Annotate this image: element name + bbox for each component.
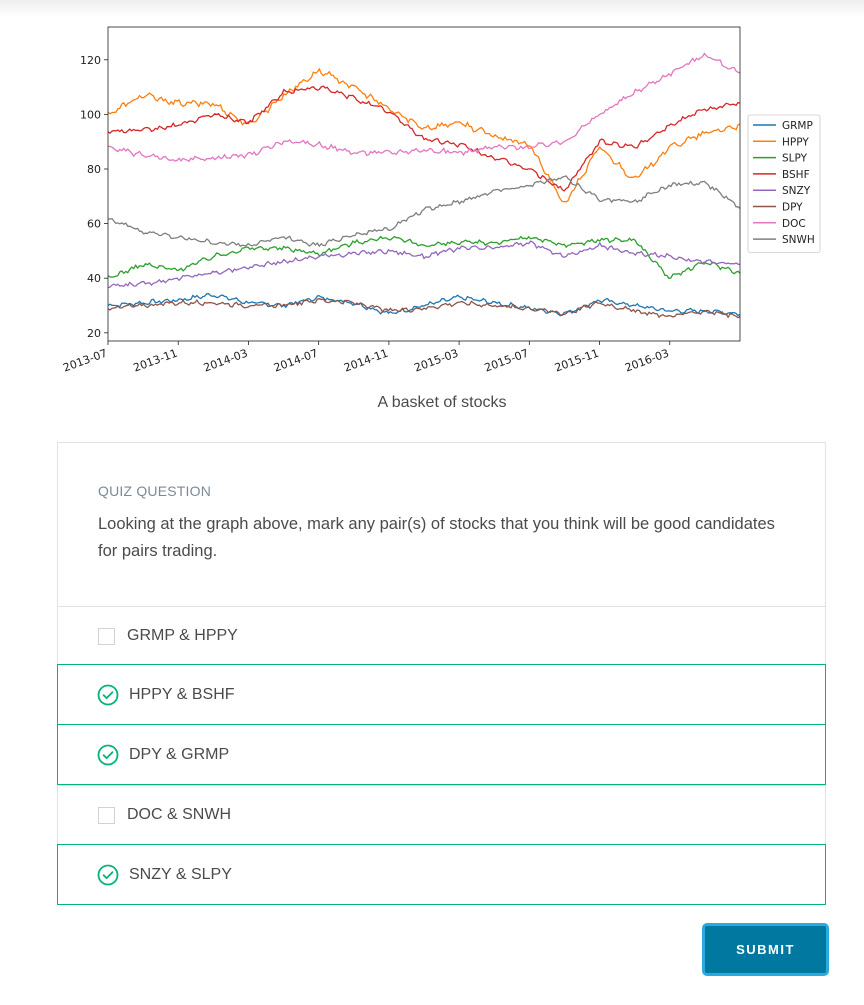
- y-tick-label: 120: [80, 54, 101, 67]
- series-line-snzy: [107, 240, 741, 289]
- check-circle-icon: [97, 864, 119, 885]
- quiz-option[interactable]: HPPY & BSHF: [57, 664, 826, 725]
- x-tick-label: 2016-03: [623, 347, 671, 375]
- y-tick-label: 40: [87, 272, 101, 285]
- quiz-header: QUIZ QUESTION Looking at the graph above…: [98, 483, 785, 565]
- quiz-label: QUIZ QUESTION: [98, 483, 212, 499]
- quiz-option[interactable]: DPY & GRMP: [57, 724, 826, 785]
- x-tick-label: 2013-11: [132, 347, 180, 375]
- series-line-snwh: [107, 175, 741, 248]
- series-line-bshf: [107, 85, 741, 192]
- top-shadow: [0, 0, 864, 18]
- quiz-option-label: DOC & SNWH: [127, 806, 231, 823]
- legend-label-slpy: SLPY: [782, 153, 808, 165]
- quiz-option[interactable]: SNZY & SLPY: [57, 844, 826, 905]
- check-circle-icon: [97, 684, 119, 705]
- quiz-option-label: HPPY & BSHF: [129, 685, 235, 703]
- plot-frame: [107, 26, 741, 342]
- legend-label-snwh: SNWH: [782, 234, 815, 246]
- x-tick-label: 2015-03: [412, 347, 460, 375]
- x-tick-label: 2014-03: [202, 347, 250, 375]
- x-tick-label: 2013-07: [61, 347, 109, 375]
- x-tick-label: 2015-11: [553, 347, 601, 375]
- series-line-hppy: [107, 67, 741, 203]
- legend-label-snzy: SNZY: [782, 185, 811, 197]
- submit-button[interactable]: SUBMIT: [702, 923, 829, 976]
- series-line-doc: [107, 52, 741, 163]
- y-tick-label: 60: [87, 218, 101, 231]
- legend-label-grmp: GRMP: [782, 120, 813, 132]
- stock-line-chart: 20 40 60 80 100 120 2013-07 2013-11 2014-03 2014-…: [52, 22, 832, 382]
- x-tick-label: 2014-11: [342, 347, 390, 375]
- legend-label-dpy: DPY: [782, 202, 803, 214]
- quiz-option-label: DPY & GRMP: [129, 745, 230, 763]
- quiz-card: QUIZ QUESTION Looking at the graph above…: [57, 442, 826, 905]
- quiz-question: Looking at the graph above, mark any pai…: [98, 515, 775, 560]
- y-tick-label: 20: [87, 327, 101, 340]
- quiz-option[interactable]: GRMP & HPPY: [58, 606, 825, 665]
- x-tick-label: 2014-07: [272, 347, 320, 375]
- checkbox[interactable]: [98, 627, 115, 645]
- quiz-option[interactable]: DOC & SNWH: [58, 785, 825, 844]
- legend-label-hppy: HPPY: [782, 136, 809, 148]
- legend-label-doc: DOC: [782, 218, 806, 230]
- chart-caption: A basket of stocks: [377, 394, 507, 411]
- quiz-option-label: SNZY & SLPY: [129, 865, 232, 883]
- check-circle-icon: [97, 744, 119, 765]
- y-tick-label: 80: [87, 163, 101, 176]
- quiz-option-label: GRMP & HPPY: [127, 627, 238, 644]
- legend-label-bshf: BSHF: [782, 169, 810, 181]
- checkbox[interactable]: [98, 806, 115, 824]
- x-tick-label: 2015-07: [483, 347, 531, 375]
- y-tick-label: 100: [80, 108, 101, 121]
